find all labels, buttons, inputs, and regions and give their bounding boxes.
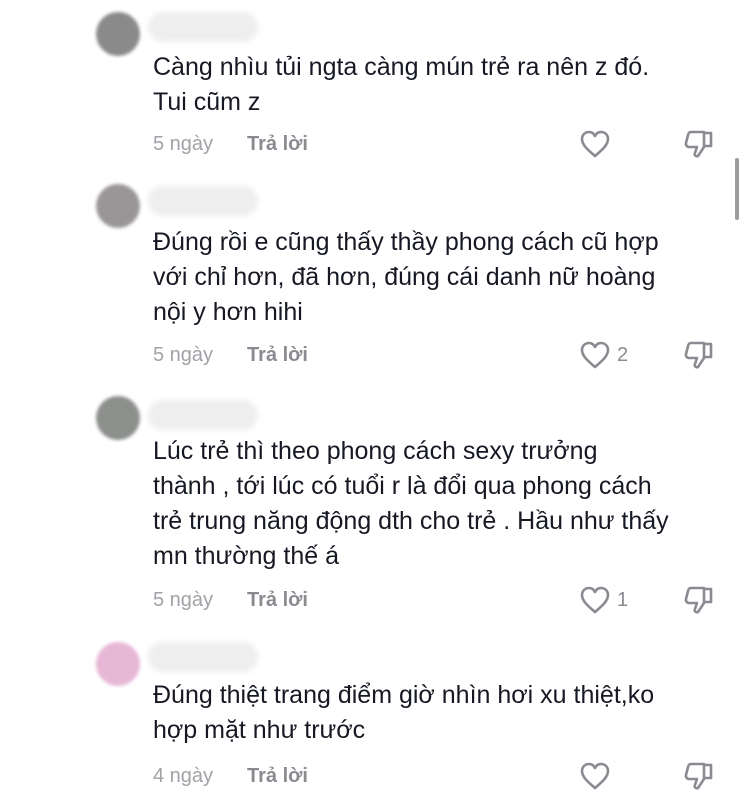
thumbs-down-icon[interactable] (682, 584, 716, 616)
username-blurred[interactable] (148, 400, 258, 430)
avatar[interactable] (96, 12, 140, 56)
heart-outline-icon[interactable] (578, 339, 612, 371)
comment-text: Đúng thiệt trang điểm giờ nhìn hơi xu th… (153, 681, 655, 744)
reply-button[interactable]: Trả lời (247, 343, 308, 367)
like-count: 2 (617, 344, 629, 366)
like-count: 1 (617, 589, 629, 611)
comment-text: Đúng rồi e cũng thấy thầy phong cách cũ … (153, 228, 659, 326)
username-blurred[interactable] (148, 186, 258, 216)
username-blurred[interactable] (148, 12, 258, 42)
reply-button[interactable]: Trả lời (247, 132, 308, 156)
reply-button[interactable]: Trả lời (247, 588, 308, 612)
heart-outline-icon[interactable] (578, 760, 612, 792)
scrollbar[interactable] (735, 158, 739, 220)
comment-date: 5 ngày (153, 589, 214, 611)
thumbs-down-icon[interactable] (682, 128, 716, 160)
comment-date: 5 ngày (153, 133, 214, 155)
comment-date: 5 ngày (153, 344, 214, 366)
thumbs-down-icon[interactable] (682, 339, 716, 371)
comment-text: Càng nhìu tủi ngta càng mún trẻ ra nên z… (153, 53, 650, 116)
comment-text: Lúc trẻ thì theo phong cách sexy trưởng … (153, 437, 669, 570)
heart-outline-icon[interactable] (578, 584, 612, 616)
comment-date: 4 ngày (153, 765, 214, 787)
heart-outline-icon[interactable] (578, 128, 612, 160)
avatar[interactable] (96, 396, 140, 440)
reply-button[interactable]: Trả lời (247, 764, 308, 788)
username-blurred[interactable] (148, 642, 258, 672)
avatar[interactable] (96, 642, 140, 686)
thumbs-down-icon[interactable] (682, 760, 716, 792)
avatar[interactable] (96, 184, 140, 228)
